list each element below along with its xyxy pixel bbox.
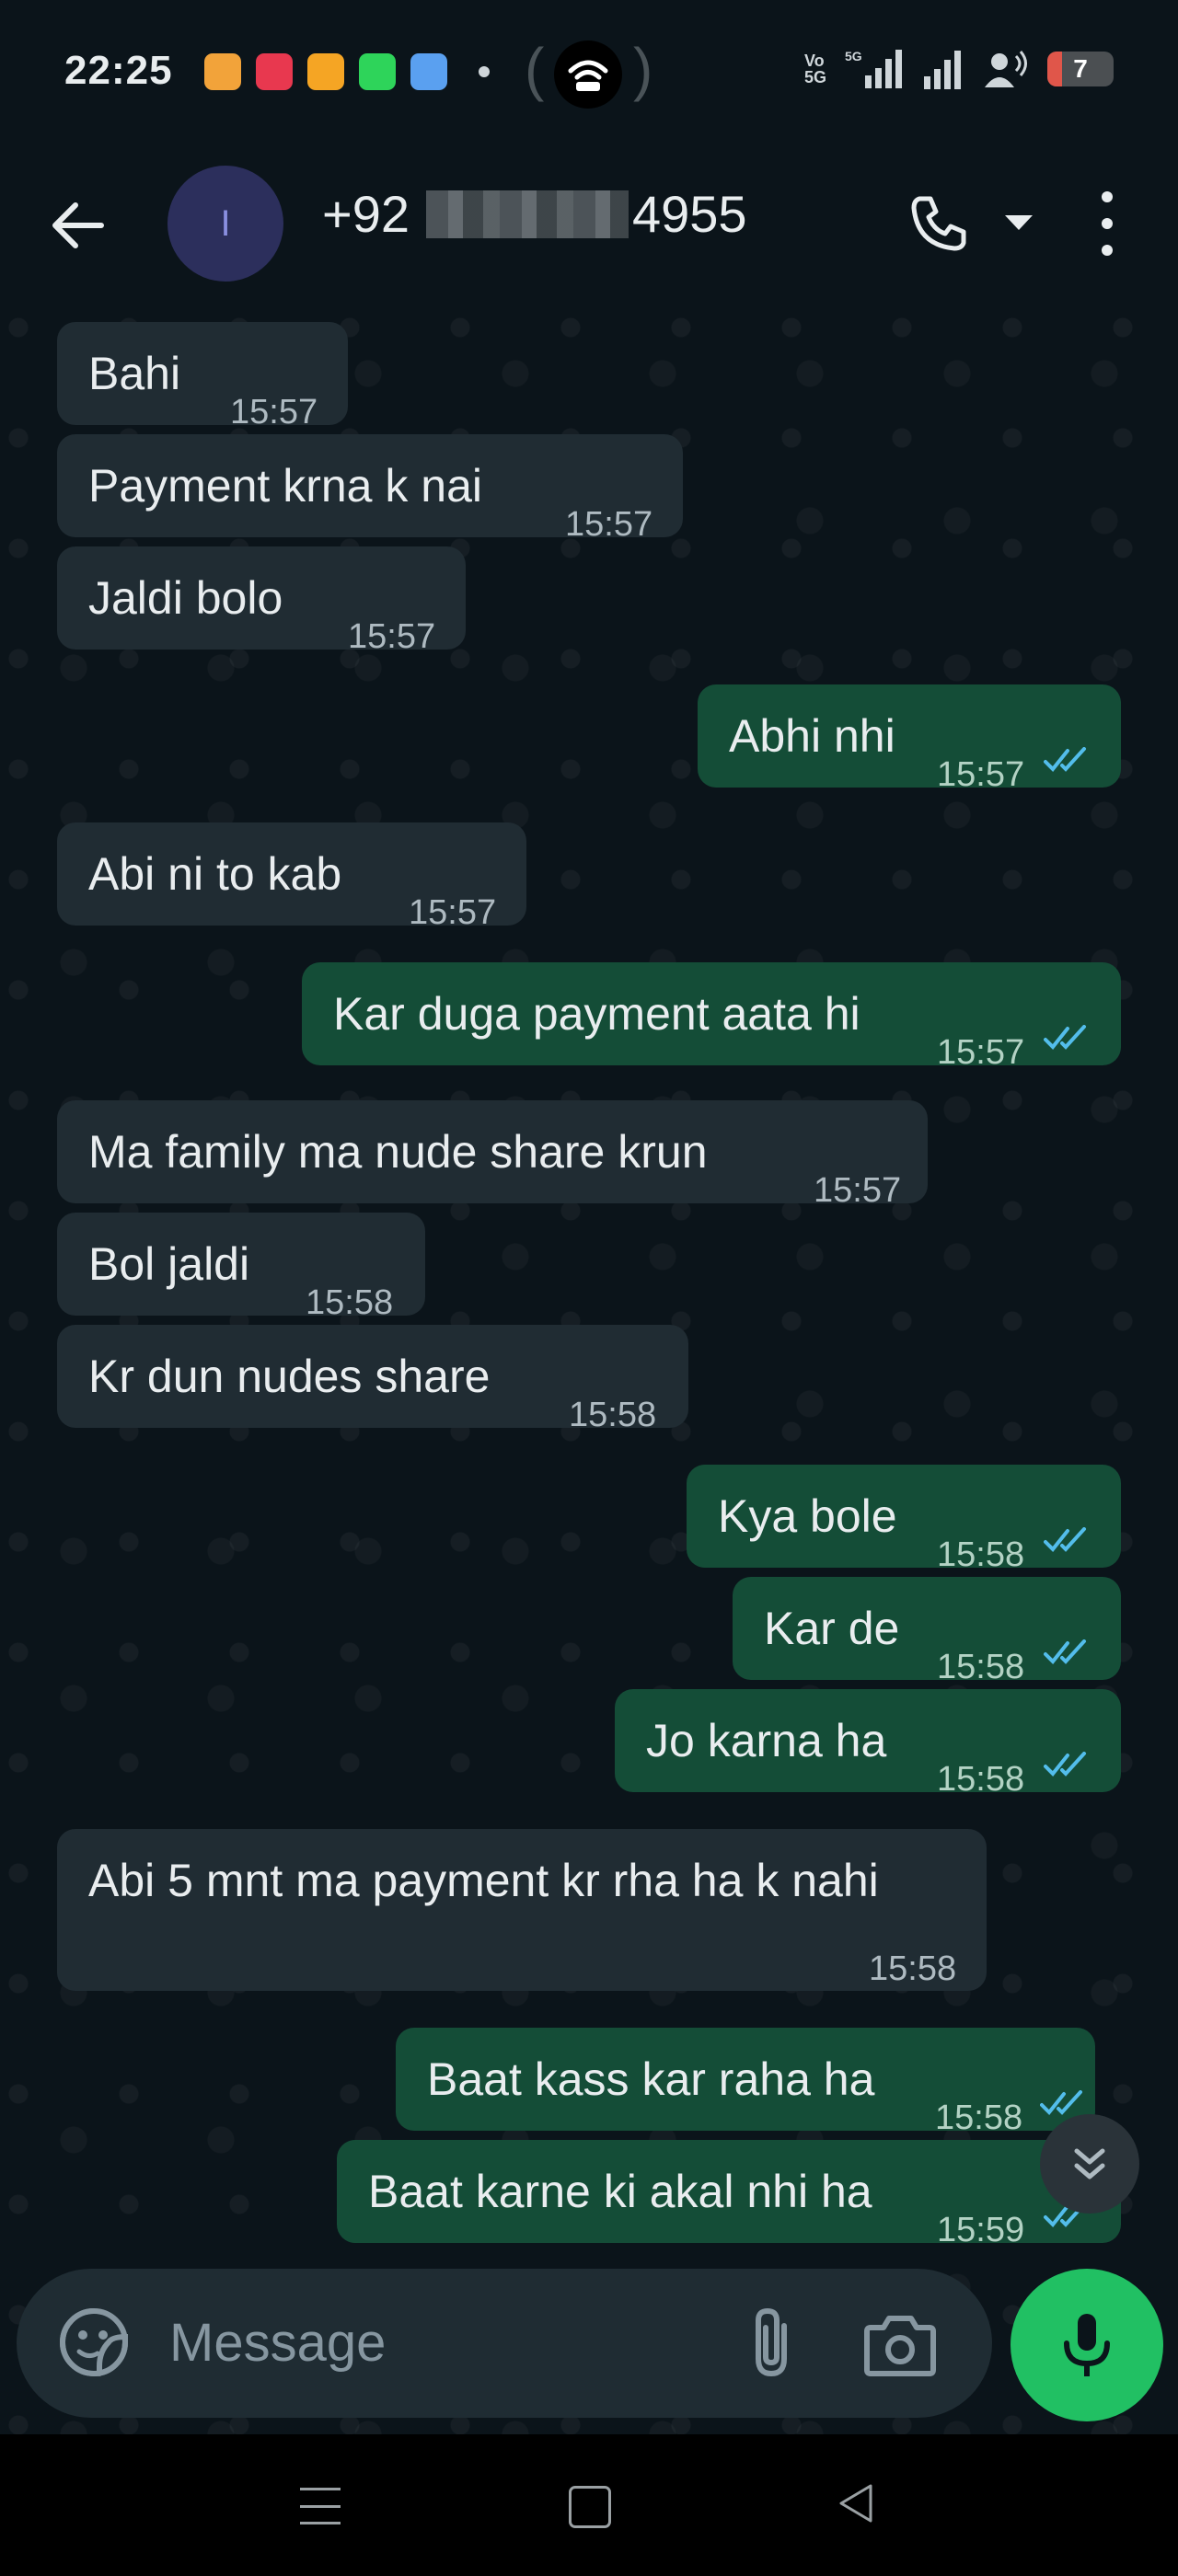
message-outgoing[interactable]: Abhi nhi 15:57	[698, 684, 1121, 794]
message-incoming[interactable]: Abi 5 mnt ma payment kr rha ha k nahi 15…	[57, 1829, 987, 1991]
message-time: 15:57	[348, 617, 436, 656]
message-time: 15:57	[937, 1033, 1025, 1072]
message-time: 15:58	[937, 1760, 1025, 1799]
message-text: Abi ni to kab	[88, 848, 342, 900]
contact-suffix: 4955	[632, 185, 747, 243]
call-dropdown-icon[interactable]	[1005, 215, 1033, 230]
message-text: Kar duga payment aata hi	[333, 988, 860, 1040]
message-incoming[interactable]: Jaldi bolo 15:57	[57, 546, 466, 656]
signal-5g-icon: 5G	[845, 49, 902, 88]
read-receipt-icon	[1044, 1527, 1086, 1552]
message-time: 15:57	[230, 393, 318, 431]
sticker-emoji-icon[interactable]	[57, 2306, 131, 2379]
avatar-letter: I	[220, 202, 231, 244]
message-text: Baat karne ki akal nhi ha	[368, 2166, 872, 2217]
avatar[interactable]: I	[167, 166, 283, 282]
message-text: Jaldi bolo	[88, 572, 283, 624]
redacted-number	[426, 190, 629, 238]
message-text: Kar de	[764, 1603, 900, 1654]
message-incoming[interactable]: Payment krna k nai 15:57	[57, 434, 683, 544]
phone-icon[interactable]	[907, 191, 971, 256]
double-chevron-down-icon	[1074, 2148, 1105, 2179]
voice-message-button[interactable]	[1011, 2269, 1163, 2421]
message-outgoing[interactable]: Baat karne ki akal nhi ha 15:59	[337, 2140, 1121, 2249]
home-icon[interactable]	[569, 2486, 611, 2528]
message-time: 15:57	[565, 505, 653, 544]
more-notifications-icon	[479, 66, 490, 77]
message-time: 15:57	[937, 755, 1025, 794]
notification-icons	[204, 53, 490, 90]
message-list[interactable]: Bahi 15:57 Payment krna k nai 15:57 Jald…	[0, 309, 1178, 2434]
message-input[interactable]	[167, 2300, 723, 2385]
status-right: Vo 5G 5G 7	[804, 48, 1114, 90]
message-text: Kya bole	[718, 1490, 897, 1542]
message-incoming[interactable]: Ma family ma nude share krun 15:57	[57, 1100, 928, 1210]
hotspot-indicator: ( )	[525, 35, 653, 112]
status-time: 22:25	[64, 48, 173, 93]
svg-text:5G: 5G	[845, 49, 862, 63]
message-outgoing[interactable]: Kya bole 15:58	[687, 1465, 1121, 1574]
camera-icon[interactable]	[863, 2309, 937, 2379]
message-text: Payment krna k nai	[88, 460, 482, 512]
chat-header: I +92 4955	[0, 147, 1178, 311]
message-text: Baat kass kar raha ha	[427, 2053, 875, 2105]
message-time: 15:58	[306, 1283, 394, 1322]
contact-name[interactable]: +92 4955	[322, 184, 747, 244]
message-text: Abi 5 mnt ma payment kr rha ha k nahi	[88, 1855, 879, 1906]
message-incoming[interactable]: Bahi 15:57	[57, 322, 348, 431]
message-outgoing[interactable]: Kar duga payment aata hi 15:57	[302, 962, 1121, 1072]
message-incoming[interactable]: Abi ni to kab 15:57	[57, 822, 526, 932]
message-time: 15:57	[409, 893, 497, 932]
microphone-icon	[1064, 2314, 1110, 2376]
message-time: 15:58	[937, 1535, 1025, 1574]
message-outgoing[interactable]: Jo karna ha 15:58	[615, 1689, 1121, 1799]
message-time: 15:59	[937, 2211, 1025, 2249]
message-outgoing[interactable]: Baat kass kar raha ha 15:58	[396, 2028, 1095, 2137]
message-time: 15:58	[935, 2099, 1023, 2137]
battery-indicator: 7	[1047, 52, 1114, 86]
message-incoming[interactable]: Bol jaldi 15:58	[57, 1213, 425, 1322]
more-options-icon[interactable]	[1093, 191, 1121, 256]
read-receipt-icon	[1044, 1025, 1086, 1050]
message-text: Bahi	[88, 348, 181, 399]
blue-app-icon	[410, 53, 447, 90]
status-bar: 22:25 ( ) Vo 5G 5G 7	[0, 0, 1178, 147]
contact-prefix: +92	[322, 185, 410, 243]
back-triangle-icon[interactable]	[837, 2482, 874, 2524]
scroll-to-bottom-button[interactable]	[1040, 2114, 1139, 2214]
hotspot-icon	[554, 40, 622, 109]
message-time: 15:57	[814, 1171, 902, 1210]
attachment-icon[interactable]	[734, 2304, 808, 2383]
recent-apps-icon[interactable]	[300, 2488, 341, 2524]
back-arrow-icon[interactable]	[46, 193, 110, 258]
game-icon	[204, 53, 241, 90]
system-navigation-bar	[0, 2434, 1178, 2576]
message-text: Abhi nhi	[729, 710, 895, 762]
read-receipt-icon	[1044, 1752, 1086, 1777]
android-icon	[359, 53, 396, 90]
volte-icon: Vo 5G	[803, 52, 826, 86]
message-time: 15:58	[569, 1396, 657, 1434]
message-text: Ma family ma nude share krun	[88, 1126, 708, 1178]
signal-icon	[924, 51, 961, 89]
orange-app-icon	[307, 53, 344, 90]
message-outgoing[interactable]: Kar de 15:58	[733, 1577, 1121, 1686]
message-text: Bol jaldi	[88, 1238, 250, 1290]
snapchat-icon	[256, 53, 293, 90]
read-receipt-icon	[1044, 747, 1086, 772]
message-text: Kr dun nudes share	[88, 1351, 491, 1402]
message-composer	[17, 2269, 992, 2418]
hotspot-users-icon	[985, 51, 1027, 87]
message-time: 15:58	[869, 1949, 957, 1988]
message-incoming[interactable]: Kr dun nudes share 15:58	[57, 1325, 688, 1434]
read-receipt-icon	[1044, 1639, 1086, 1664]
message-text: Jo karna ha	[646, 1715, 887, 1766]
message-time: 15:58	[937, 1648, 1025, 1686]
